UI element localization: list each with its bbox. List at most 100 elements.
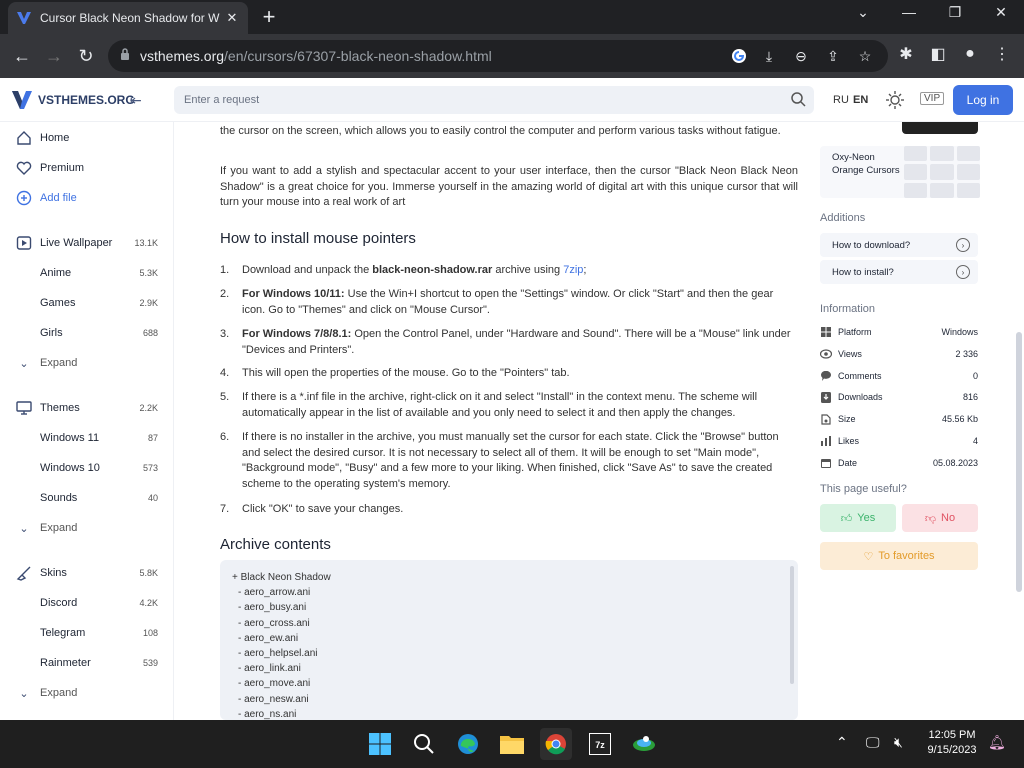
- extensions-puzzle-icon[interactable]: ✱: [894, 40, 918, 68]
- file-explorer-icon[interactable]: [496, 728, 528, 760]
- heart-icon: [16, 160, 32, 176]
- sidebar-item-windows-11[interactable]: Windows 11 87: [0, 423, 172, 453]
- brush-icon: [16, 565, 32, 581]
- sidebar-item-themes[interactable]: Themes 2.2K: [0, 393, 172, 423]
- new-tab-button[interactable]: +: [258, 6, 280, 28]
- to-favorites-button[interactable]: ♡ To favorites: [820, 542, 978, 570]
- sidebar-count: 573: [142, 463, 158, 473]
- google-lens-icon[interactable]: [728, 46, 750, 66]
- notification-bell-icon[interactable]: 🔔︎: [988, 734, 1006, 751]
- how-to-install-button[interactable]: How to install? ›: [820, 260, 978, 284]
- sidebar-item-home[interactable]: Home: [0, 123, 172, 153]
- collapse-menu-icon[interactable]: ⇤: [130, 92, 142, 109]
- sidebar-expand-wallpaper[interactable]: ⌄ Expand: [0, 348, 172, 378]
- install-step: 3. For Windows 7/8/8.1: Open the Control …: [220, 328, 791, 356]
- info-row-likes: Likes 4: [820, 431, 978, 451]
- menu-kebab-icon[interactable]: ⋮: [990, 40, 1014, 68]
- info-label: Size: [838, 414, 856, 424]
- 7zip-icon[interactable]: 7z: [584, 728, 616, 760]
- sidebar-item-telegram[interactable]: Telegram 108: [0, 618, 172, 648]
- sun-theme-icon[interactable]: [886, 91, 904, 109]
- network-icon[interactable]: 🖵︎: [866, 734, 880, 751]
- no-label: No: [941, 512, 956, 524]
- window-close-button[interactable]: ✕: [989, 4, 1013, 21]
- info-value: 05.08.2023: [932, 458, 978, 468]
- search-taskbar-icon[interactable]: [408, 728, 440, 760]
- archive-scrollbar[interactable]: [790, 566, 794, 684]
- sidebar-count: 2.9K: [139, 298, 158, 308]
- download-icon: [820, 391, 832, 403]
- volume-mute-icon[interactable]: 🔇︎: [894, 734, 903, 751]
- sidebar-expand-skins[interactable]: ⌄ Expand: [0, 678, 172, 708]
- related-item-title: Oxy-Neon Orange Cursors: [832, 152, 900, 176]
- browser-tabbar: Cursor Black Neon Shadow for W ✕ + ⌄ — ❐…: [0, 0, 1024, 34]
- sidebar-label: Premium: [40, 162, 85, 174]
- sidebar-item-sounds[interactable]: Sounds 40: [0, 483, 172, 513]
- sidebar-item-games[interactable]: Games 2.9K: [0, 288, 172, 318]
- tab-search-icon[interactable]: ⌄: [851, 4, 875, 21]
- lang-ru-button[interactable]: RU: [833, 94, 849, 106]
- thumbs-down-icon: 👎︎: [924, 512, 937, 525]
- chrome-taskbar-icon[interactable]: [540, 728, 572, 760]
- side-panel-icon[interactable]: ◧: [926, 40, 950, 68]
- no-button[interactable]: 👎︎ No: [902, 504, 978, 532]
- sidebar-count: 5.8K: [139, 568, 158, 578]
- install-app-icon[interactable]: ⤓: [758, 46, 780, 66]
- search-icon[interactable]: [790, 91, 806, 107]
- sidebar-item-live-wallpaper[interactable]: Live Wallpaper 13.1K: [0, 228, 172, 258]
- sidebar-label: Themes: [40, 402, 80, 414]
- how-to-download-button[interactable]: How to download? ›: [820, 233, 978, 257]
- sidebar-item-add-file[interactable]: Add file: [0, 183, 172, 213]
- zoom-icon[interactable]: ⊖: [790, 46, 812, 66]
- vsthemes-favicon-icon: [16, 10, 32, 26]
- 7zip-link[interactable]: 7zip: [563, 264, 583, 276]
- forward-arrow-icon[interactable]: →: [40, 42, 68, 70]
- site-header: VSTHEMES.ORG ⇤ Enter a request RU EN VIP…: [0, 78, 1024, 122]
- info-row-downloads: Downloads 816: [820, 387, 978, 407]
- sidebar-label: Skins: [40, 567, 67, 579]
- lang-en-button[interactable]: EN: [853, 94, 868, 106]
- start-windows-icon[interactable]: [364, 728, 396, 760]
- page-scrollbar[interactable]: [1016, 332, 1022, 592]
- sidebar-label: Girls: [40, 327, 63, 339]
- address-bar[interactable]: vsthemes.org/en/cursors/67307-black-neon…: [108, 40, 888, 72]
- window-minimize-button[interactable]: —: [897, 4, 921, 20]
- related-item-oxy-neon[interactable]: Oxy-Neon Orange Cursors: [820, 146, 980, 198]
- site-logo[interactable]: VSTHEMES.ORG: [12, 91, 135, 109]
- sidebar-item-girls[interactable]: Girls 688: [0, 318, 172, 348]
- sidebar-item-windows-10[interactable]: Windows 10 573: [0, 453, 172, 483]
- sidebar-item-anime[interactable]: Anime 5.3K: [0, 258, 172, 288]
- archive-contents-box[interactable]: + Black Neon Shadow - aero_arrow.ani - a…: [220, 560, 798, 720]
- yes-button[interactable]: 👍︎ Yes: [820, 504, 896, 532]
- archive-line: - aero_link.ani: [238, 663, 301, 675]
- back-arrow-icon[interactable]: ←: [8, 42, 36, 70]
- share-icon[interactable]: ⇪: [822, 46, 844, 66]
- yes-label: Yes: [857, 512, 876, 524]
- info-value: 0: [972, 371, 978, 381]
- bookmark-star-icon[interactable]: ☆: [854, 46, 876, 66]
- window-restore-button[interactable]: ❐: [943, 4, 967, 21]
- tab-close-icon[interactable]: ✕: [224, 10, 240, 26]
- tray-chevron-up-icon[interactable]: ⌃: [836, 734, 848, 751]
- install-step: 2. For Windows 10/11: Use the Win+I short…: [220, 288, 774, 316]
- edge-icon[interactable]: [452, 728, 484, 760]
- sidebar-label: Telegram: [40, 627, 86, 639]
- vip-badge[interactable]: VIP: [920, 92, 945, 105]
- sidebar-item-discord[interactable]: Discord 4.2K: [0, 588, 172, 618]
- install-heading: How to install mouse pointers: [220, 230, 416, 247]
- sidebar-item-rainmeter[interactable]: Rainmeter 539: [0, 648, 172, 678]
- sidebar-expand-themes[interactable]: ⌄ Expand: [0, 513, 172, 543]
- install-step: 4. This will open the properties of the m…: [220, 367, 570, 379]
- login-button[interactable]: Log in: [953, 85, 1013, 115]
- setup-app-icon[interactable]: [628, 728, 660, 760]
- info-label: Downloads: [838, 392, 883, 402]
- profile-avatar-icon[interactable]: ●: [958, 40, 982, 68]
- taskbar-clock[interactable]: 12:05 PM 9/15/2023: [920, 728, 984, 758]
- browser-tab[interactable]: Cursor Black Neon Shadow for W ✕: [8, 2, 248, 34]
- reload-icon[interactable]: ↻: [72, 42, 100, 70]
- related-thumbnail[interactable]: [902, 122, 978, 134]
- sidebar-item-premium[interactable]: Premium: [0, 153, 172, 183]
- search-input[interactable]: Enter a request: [174, 86, 814, 114]
- sidebar-item-skins[interactable]: Skins 5.8K: [0, 558, 172, 588]
- url-text[interactable]: vsthemes.org/en/cursors/67307-black-neon…: [140, 48, 492, 64]
